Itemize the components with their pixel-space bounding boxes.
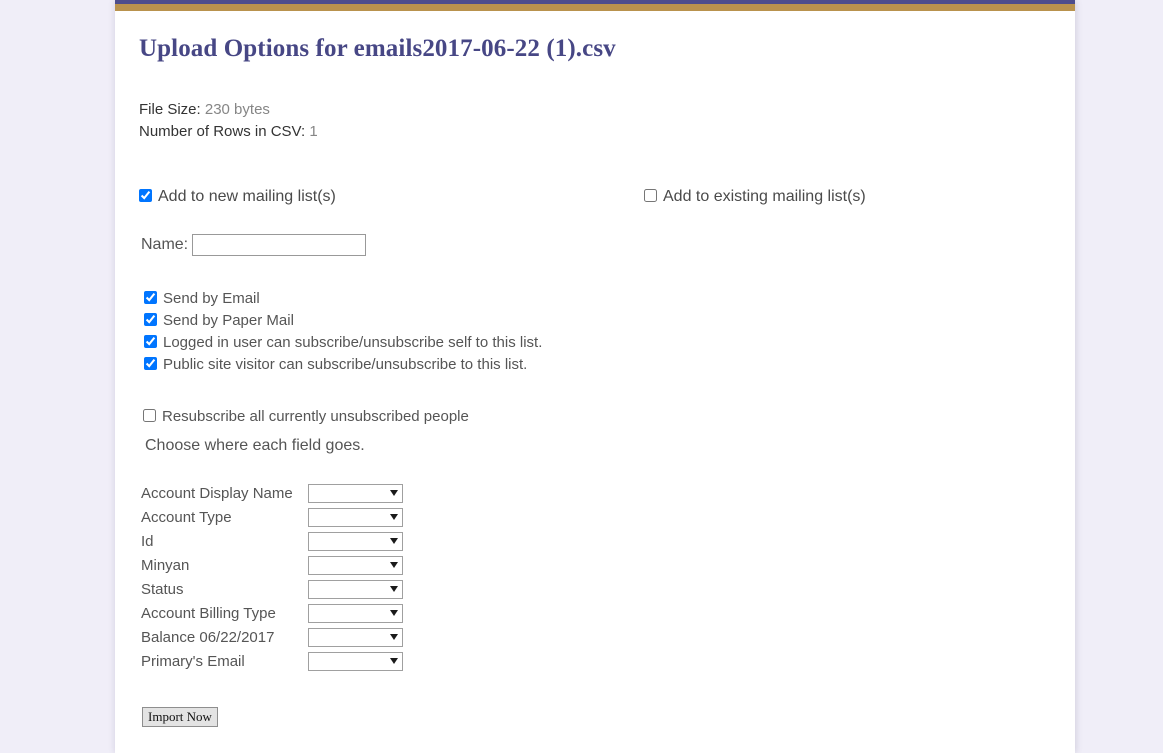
field-mapping-row: Id	[141, 529, 1075, 553]
file-meta: File Size: 230 bytes Number of Rows in C…	[115, 63, 1075, 143]
add-existing-list-label: Add to existing mailing list(s)	[663, 188, 866, 205]
public-visitor-subscribe-checkbox[interactable]	[144, 357, 157, 370]
field-select-account-display-name[interactable]	[308, 483, 403, 503]
field-mapping-row: Account Type	[141, 505, 1075, 529]
field-mapping-row: Account Billing Type	[141, 601, 1075, 625]
field-select-primarys-email[interactable]	[308, 651, 403, 671]
import-now-button[interactable]: Import Now	[142, 707, 218, 727]
field-mapping-row: Minyan	[141, 553, 1075, 577]
field-label-account-billing-type: Account Billing Type	[141, 604, 276, 622]
field-mapping-row: Account Display Name	[141, 481, 1075, 505]
add-existing-list-checkbox[interactable]	[644, 189, 657, 202]
field-mapping-row: Balance 06/22/2017	[141, 625, 1075, 649]
content-panel: Upload Options for emails2017-06-22 (1).…	[115, 0, 1075, 753]
add-new-list-checkbox[interactable]	[139, 189, 152, 202]
field-select-status[interactable]	[308, 579, 403, 599]
field-label-account-display-name: Account Display Name	[141, 484, 293, 502]
logged-in-user-subscribe-checkbox[interactable]	[144, 335, 157, 348]
list-name-row: Name:	[139, 208, 1075, 256]
list-options-group: Send by Email Send by Paper Mail Logged …	[139, 256, 564, 376]
send-by-paper-mail-checkbox[interactable]	[144, 313, 157, 326]
field-select-id[interactable]	[308, 531, 403, 551]
field-select-account-type[interactable]	[308, 507, 403, 527]
field-select-balance[interactable]	[308, 627, 403, 647]
field-select-minyan[interactable]	[308, 555, 403, 575]
field-label-minyan: Minyan	[141, 556, 190, 574]
file-size-label: File Size:	[139, 101, 201, 118]
list-name-label: Name:	[141, 236, 189, 253]
field-mapping-table: Account Display Name Account Type Id Min…	[139, 455, 1075, 673]
field-select-account-billing-type[interactable]	[308, 603, 403, 623]
list-option-row[interactable]: Public site visitor can subscribe/unsubs…	[144, 354, 564, 376]
mailing-list-section: Add to new mailing list(s) Add to existi…	[115, 143, 1075, 727]
field-mapping-instructions: Choose where each field goes.	[145, 437, 365, 454]
list-option-row[interactable]: Logged in user can subscribe/unsubscribe…	[144, 332, 564, 354]
accent-bar-gold	[115, 4, 1075, 11]
send-by-email-checkbox[interactable]	[144, 291, 157, 304]
list-option-row[interactable]: Send by Email	[144, 288, 564, 310]
file-size-value: 230 bytes	[204, 101, 270, 118]
row-count-line: Number of Rows in CSV: 1	[139, 121, 1075, 143]
row-count-value: 1	[309, 123, 318, 140]
page-background: Upload Options for emails2017-06-22 (1).…	[0, 0, 1163, 753]
row-count-label: Number of Rows in CSV:	[139, 123, 306, 140]
page-title: Upload Options for emails2017-06-22 (1).…	[139, 35, 616, 62]
send-by-email-label: Send by Email	[163, 290, 260, 307]
resubscribe-row[interactable]: Resubscribe all currently unsubscribed p…	[143, 406, 1075, 428]
list-name-input[interactable]	[192, 234, 367, 256]
field-mapping-row: Primary's Email	[141, 649, 1075, 673]
resubscribe-label: Resubscribe all currently unsubscribed p…	[162, 408, 469, 425]
add-new-list-row[interactable]: Add to new mailing list(s)	[139, 186, 1075, 208]
resubscribe-section: Resubscribe all currently unsubscribed p…	[139, 376, 1075, 455]
field-label-account-type: Account Type	[141, 508, 232, 526]
field-label-primarys-email: Primary's Email	[141, 652, 245, 670]
logged-in-user-subscribe-label: Logged in user can subscribe/unsubscribe…	[163, 334, 543, 351]
field-label-status: Status	[141, 580, 184, 598]
add-new-list-label: Add to new mailing list(s)	[158, 188, 336, 205]
resubscribe-checkbox[interactable]	[143, 409, 156, 422]
file-size-line: File Size: 230 bytes	[139, 99, 1075, 121]
list-option-row[interactable]: Send by Paper Mail	[144, 310, 564, 332]
send-by-paper-mail-label: Send by Paper Mail	[163, 312, 294, 329]
field-label-id: Id	[141, 532, 154, 550]
field-mapping-row: Status	[141, 577, 1075, 601]
public-visitor-subscribe-label: Public site visitor can subscribe/unsubs…	[163, 356, 528, 373]
import-action-block: Import Now	[139, 673, 1075, 727]
add-existing-list-row[interactable]: Add to existing mailing list(s)	[644, 186, 866, 208]
field-label-balance: Balance 06/22/2017	[141, 628, 275, 646]
